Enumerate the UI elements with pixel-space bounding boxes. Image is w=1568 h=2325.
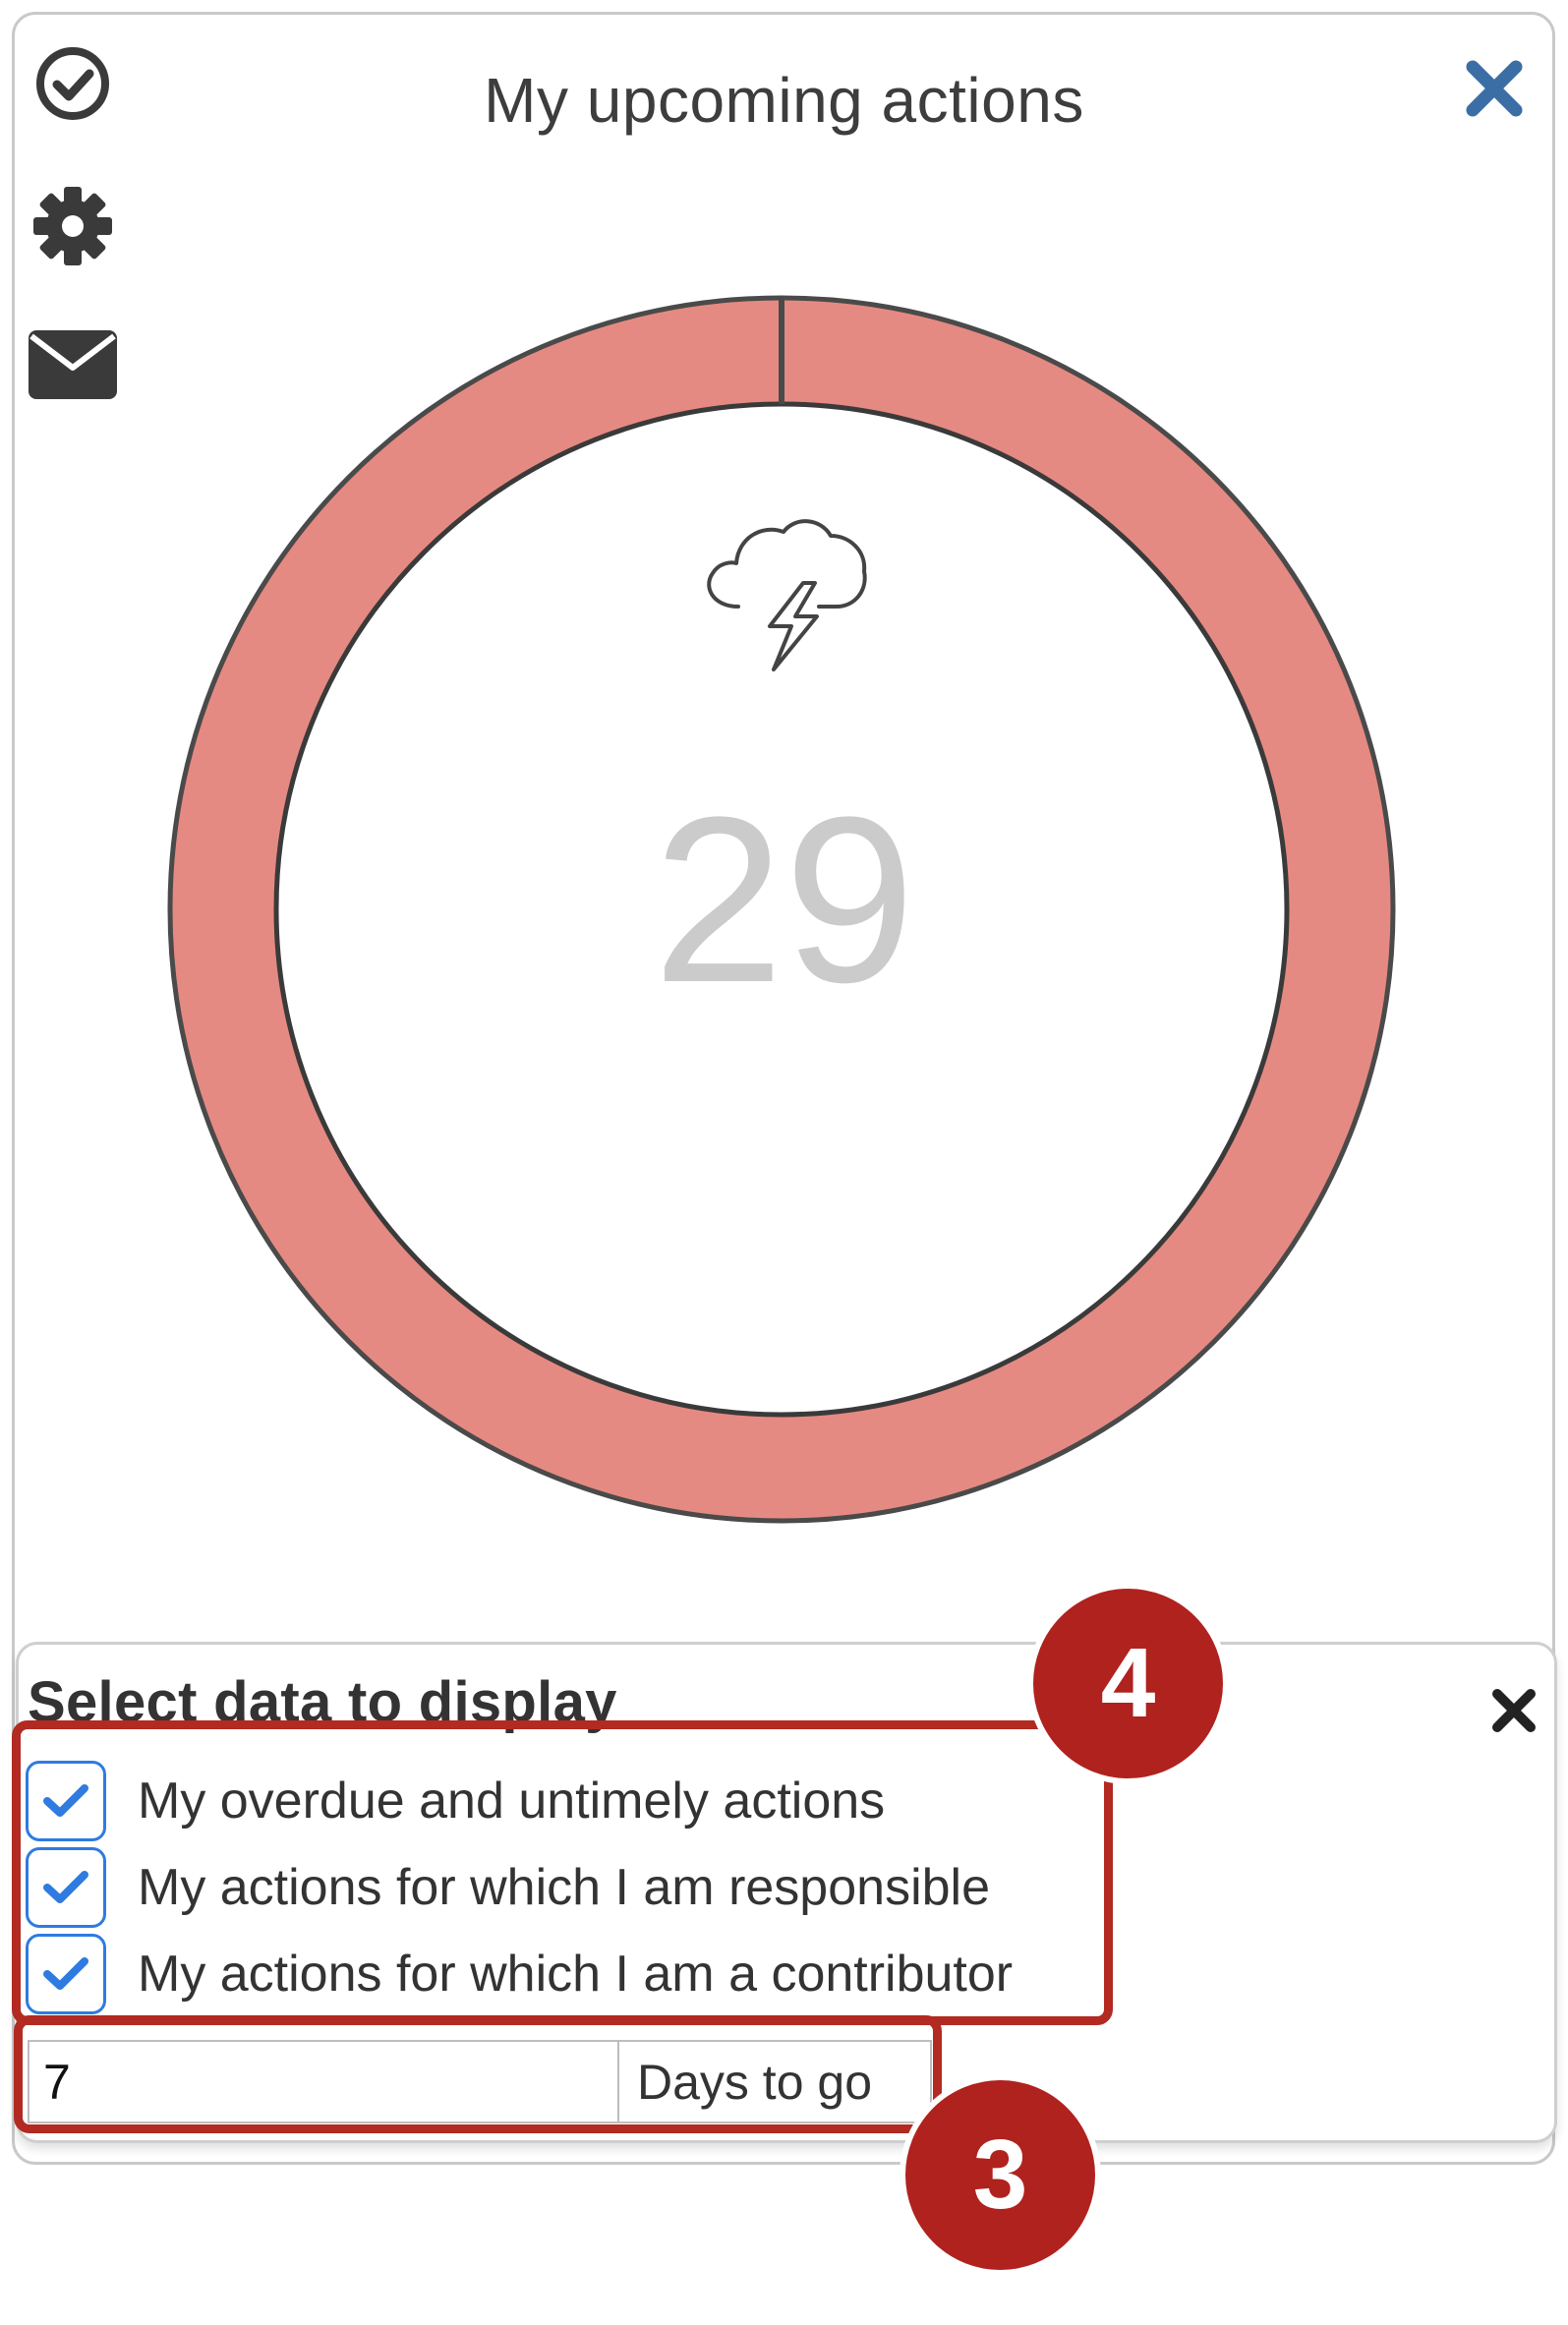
panel-close-icon[interactable]	[1480, 1676, 1548, 1745]
actions-count: 29	[653, 768, 915, 1031]
callout-badge-4: 4	[1027, 1583, 1229, 1784]
gear-icon[interactable]	[24, 177, 122, 275]
callout-badge-3: 3	[900, 2074, 1101, 2276]
days-field-highlight	[14, 2015, 942, 2133]
envelope-icon[interactable]	[24, 315, 122, 413]
checkbox-group-highlight	[12, 1720, 1113, 2025]
close-icon[interactable]	[1455, 49, 1534, 128]
thunderstorm-cloud-icon	[707, 519, 867, 671]
widget-title: My upcoming actions	[484, 65, 1084, 136]
